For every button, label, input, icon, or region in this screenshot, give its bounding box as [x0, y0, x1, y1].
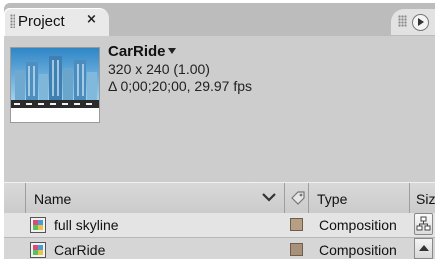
- tab-label: Project: [18, 13, 65, 30]
- item-type: Composition: [319, 242, 397, 258]
- preview-area: CarRide 320 x 240 (1.00) Δ 0;00;20;00, 2…: [4, 36, 435, 182]
- column-size[interactable]: Size: [410, 183, 435, 213]
- composition-icon: [30, 217, 46, 233]
- tab-project[interactable]: Project ×: [4, 8, 109, 36]
- label-color-swatch[interactable]: [290, 218, 303, 231]
- column-size-label: Size: [416, 191, 435, 207]
- panel-tab-bar: Project ×: [4, 3, 435, 36]
- chevron-down-icon[interactable]: [261, 191, 277, 203]
- item-name: CarRide: [54, 242, 106, 258]
- panel-menu-button[interactable]: [391, 9, 435, 35]
- scroll-up-arrow[interactable]: [414, 238, 433, 259]
- column-type-label: Type: [317, 191, 348, 207]
- flowchart-button[interactable]: [414, 213, 433, 235]
- column-header: Name Type Size: [4, 182, 435, 214]
- close-icon[interactable]: ×: [86, 12, 97, 27]
- list-item[interactable]: full skyline Composition: [4, 213, 435, 238]
- column-label[interactable]: [285, 183, 309, 213]
- skyline-thumbnail-image: [11, 48, 99, 122]
- item-name: full skyline: [54, 217, 119, 233]
- flowchart-icon: [416, 216, 431, 231]
- project-panel: Project × CarRide 320 x 240 (1.00) Δ 0;0…: [4, 3, 435, 259]
- column-type[interactable]: Type: [309, 183, 410, 213]
- grip-icon[interactable]: [10, 14, 15, 28]
- grip-icon[interactable]: [398, 15, 407, 27]
- composition-thumbnail: [10, 47, 100, 123]
- tag-icon: [291, 191, 305, 205]
- panel-menu-icon[interactable]: [412, 14, 429, 31]
- list-item[interactable]: CarRide Composition: [4, 238, 435, 259]
- item-type: Composition: [319, 217, 397, 233]
- composition-dimensions: 320 x 240 (1.00): [108, 61, 210, 77]
- dropdown-caret-icon[interactable]: [167, 47, 176, 54]
- composition-icon: [30, 242, 46, 258]
- column-name[interactable]: Name: [26, 183, 285, 213]
- composition-duration-fps: Δ 0;00;20;00, 29.97 fps: [108, 78, 253, 94]
- column-name-label: Name: [34, 191, 72, 207]
- composition-name-text: CarRide: [108, 43, 166, 60]
- label-color-swatch[interactable]: [290, 243, 303, 256]
- column-spacer: [4, 183, 26, 213]
- composition-name[interactable]: CarRide: [108, 43, 176, 60]
